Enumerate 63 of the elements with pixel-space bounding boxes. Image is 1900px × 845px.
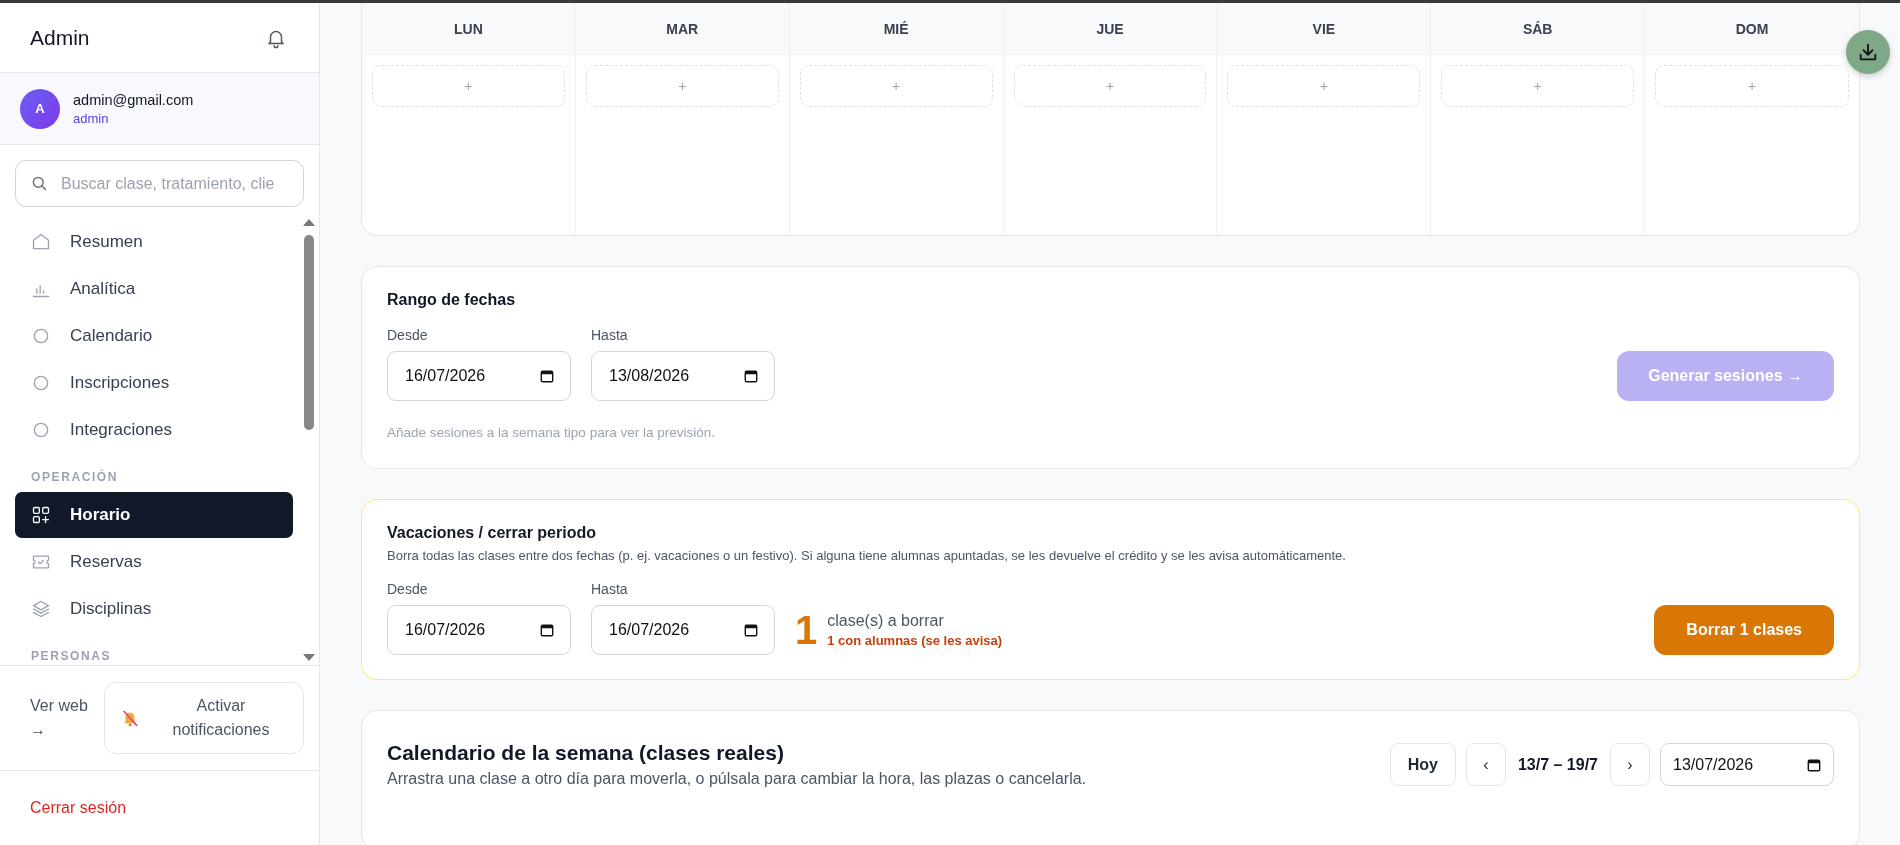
column-header: JUE <box>1003 3 1217 55</box>
nav-item[interactable]: Analítica <box>15 266 293 312</box>
today-button[interactable]: Hoy <box>1389 743 1456 786</box>
circle-icon <box>31 326 51 346</box>
grid-plus-icon <box>31 505 51 525</box>
download-button[interactable] <box>1846 30 1890 74</box>
circle-icon <box>31 420 51 440</box>
nav-item[interactable]: Inscripciones <box>15 360 293 406</box>
calendar-icon <box>540 623 554 637</box>
avatar: A <box>20 88 60 129</box>
description: Arrastra una clase a otro día para moverla, o púlsala para cambiar la hora, las plazas o cancelarla. <box>387 770 1087 788</box>
column-header: LUN <box>362 3 575 55</box>
card-title: Rango de fechas <box>387 291 517 309</box>
section-label: PERSONAS <box>30 648 113 665</box>
nav-item[interactable]: Integraciones <box>15 407 293 453</box>
field-label: Desde <box>387 581 429 597</box>
nav-item[interactable]: Calendario <box>15 313 293 359</box>
warning-text: 1 con alumnas (se les avisa) <box>827 633 1003 648</box>
nav-item[interactable]: Resumen <box>15 219 293 265</box>
card-title: Vacaciones / cerrar periodo <box>387 524 597 542</box>
notifications-button[interactable]: Activar notificaciones <box>104 682 304 754</box>
field-label: Hasta <box>591 327 629 343</box>
search-icon <box>30 174 48 192</box>
nav-item[interactable]: Disciplinas <box>15 586 293 632</box>
circle-icon <box>31 373 51 393</box>
user-role: admin <box>73 110 110 126</box>
date-field[interactable]: 16/07/2026 <box>591 605 775 655</box>
calendar-icon <box>540 369 554 383</box>
description: Borra todas las clases entre dos fechas (p. ej. vacaciones o un festivo). Si alguna tiene alumnas apuntadas, se les devuelve el crédito y se les avisa automáticamente. <box>387 548 1347 563</box>
field-label: Desde <box>387 327 429 343</box>
web-link[interactable]: Ver web → <box>30 694 90 742</box>
scrollbar[interactable] <box>303 219 315 661</box>
week-range: 13/7 – 19/7 <box>1516 755 1599 774</box>
user-email: admin@gmail.com <box>73 91 194 108</box>
previous-button[interactable]: ‹ <box>1465 743 1506 786</box>
logout-link[interactable]: Cerrar sesión <box>30 799 127 816</box>
next-button[interactable]: › <box>1610 743 1650 786</box>
download-icon <box>1857 41 1879 63</box>
bell-off-icon <box>121 709 139 727</box>
layers-icon <box>31 599 51 619</box>
home-icon <box>31 232 51 252</box>
nav-item[interactable]: Reservas <box>15 539 293 585</box>
column-header: MAR <box>575 3 789 55</box>
column-header: MIÉ <box>789 3 1003 55</box>
column-header: SÁB <box>1431 3 1645 55</box>
section-title: Calendario de la semana (clases reales) <box>387 741 785 765</box>
calendar-icon <box>1807 757 1821 772</box>
search-field[interactable]: Buscar clase, tratamiento, clie <box>15 160 304 207</box>
date-field[interactable]: 13/07/2026 <box>1660 743 1834 786</box>
date-field[interactable]: 16/07/2026 <box>387 351 571 401</box>
field-label: Hasta <box>591 581 629 597</box>
column-header: DOM <box>1645 3 1859 55</box>
count-number: 1 <box>795 610 818 650</box>
column-header: VIE <box>1217 3 1431 55</box>
count-label: clase(s) a borrar <box>827 612 945 630</box>
calendar-icon <box>744 623 758 637</box>
nav-item[interactable]: Horario <box>15 492 293 538</box>
section-label: OPERACIÓN <box>30 468 120 486</box>
date-field[interactable]: 16/07/2026 <box>387 605 571 655</box>
hint-text: Añade sesiones a la semana tipo para ver la previsión. <box>387 425 716 440</box>
app-title: Admin <box>30 25 90 50</box>
date-field[interactable]: 13/08/2026 <box>591 351 775 401</box>
calendar-icon <box>744 369 758 383</box>
